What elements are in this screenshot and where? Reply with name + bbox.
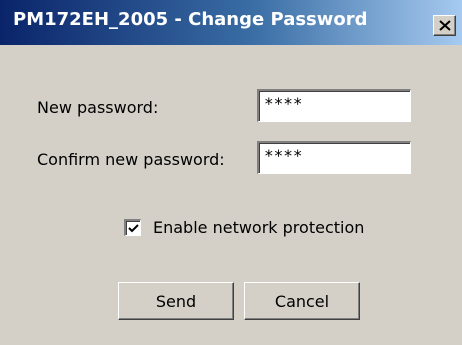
network-protection-label: Enable network protection xyxy=(153,218,365,237)
new-password-field[interactable]: **** xyxy=(257,89,411,122)
checkmark-icon xyxy=(127,223,139,232)
network-protection-option[interactable]: Enable network protection xyxy=(124,218,364,237)
close-icon xyxy=(438,20,451,31)
window-title: PM172EH_2005 - Change Password xyxy=(13,9,368,30)
close-button[interactable] xyxy=(433,15,456,36)
send-button[interactable]: Send xyxy=(118,282,234,320)
confirm-password-label: Confirm new password: xyxy=(37,150,225,169)
confirm-password-field[interactable]: **** xyxy=(257,141,411,174)
title-bar: PM172EH_2005 - Change Password xyxy=(0,0,462,45)
network-protection-checkbox[interactable] xyxy=(124,219,141,236)
cancel-button[interactable]: Cancel xyxy=(244,282,360,320)
new-password-label: New password: xyxy=(37,98,159,117)
